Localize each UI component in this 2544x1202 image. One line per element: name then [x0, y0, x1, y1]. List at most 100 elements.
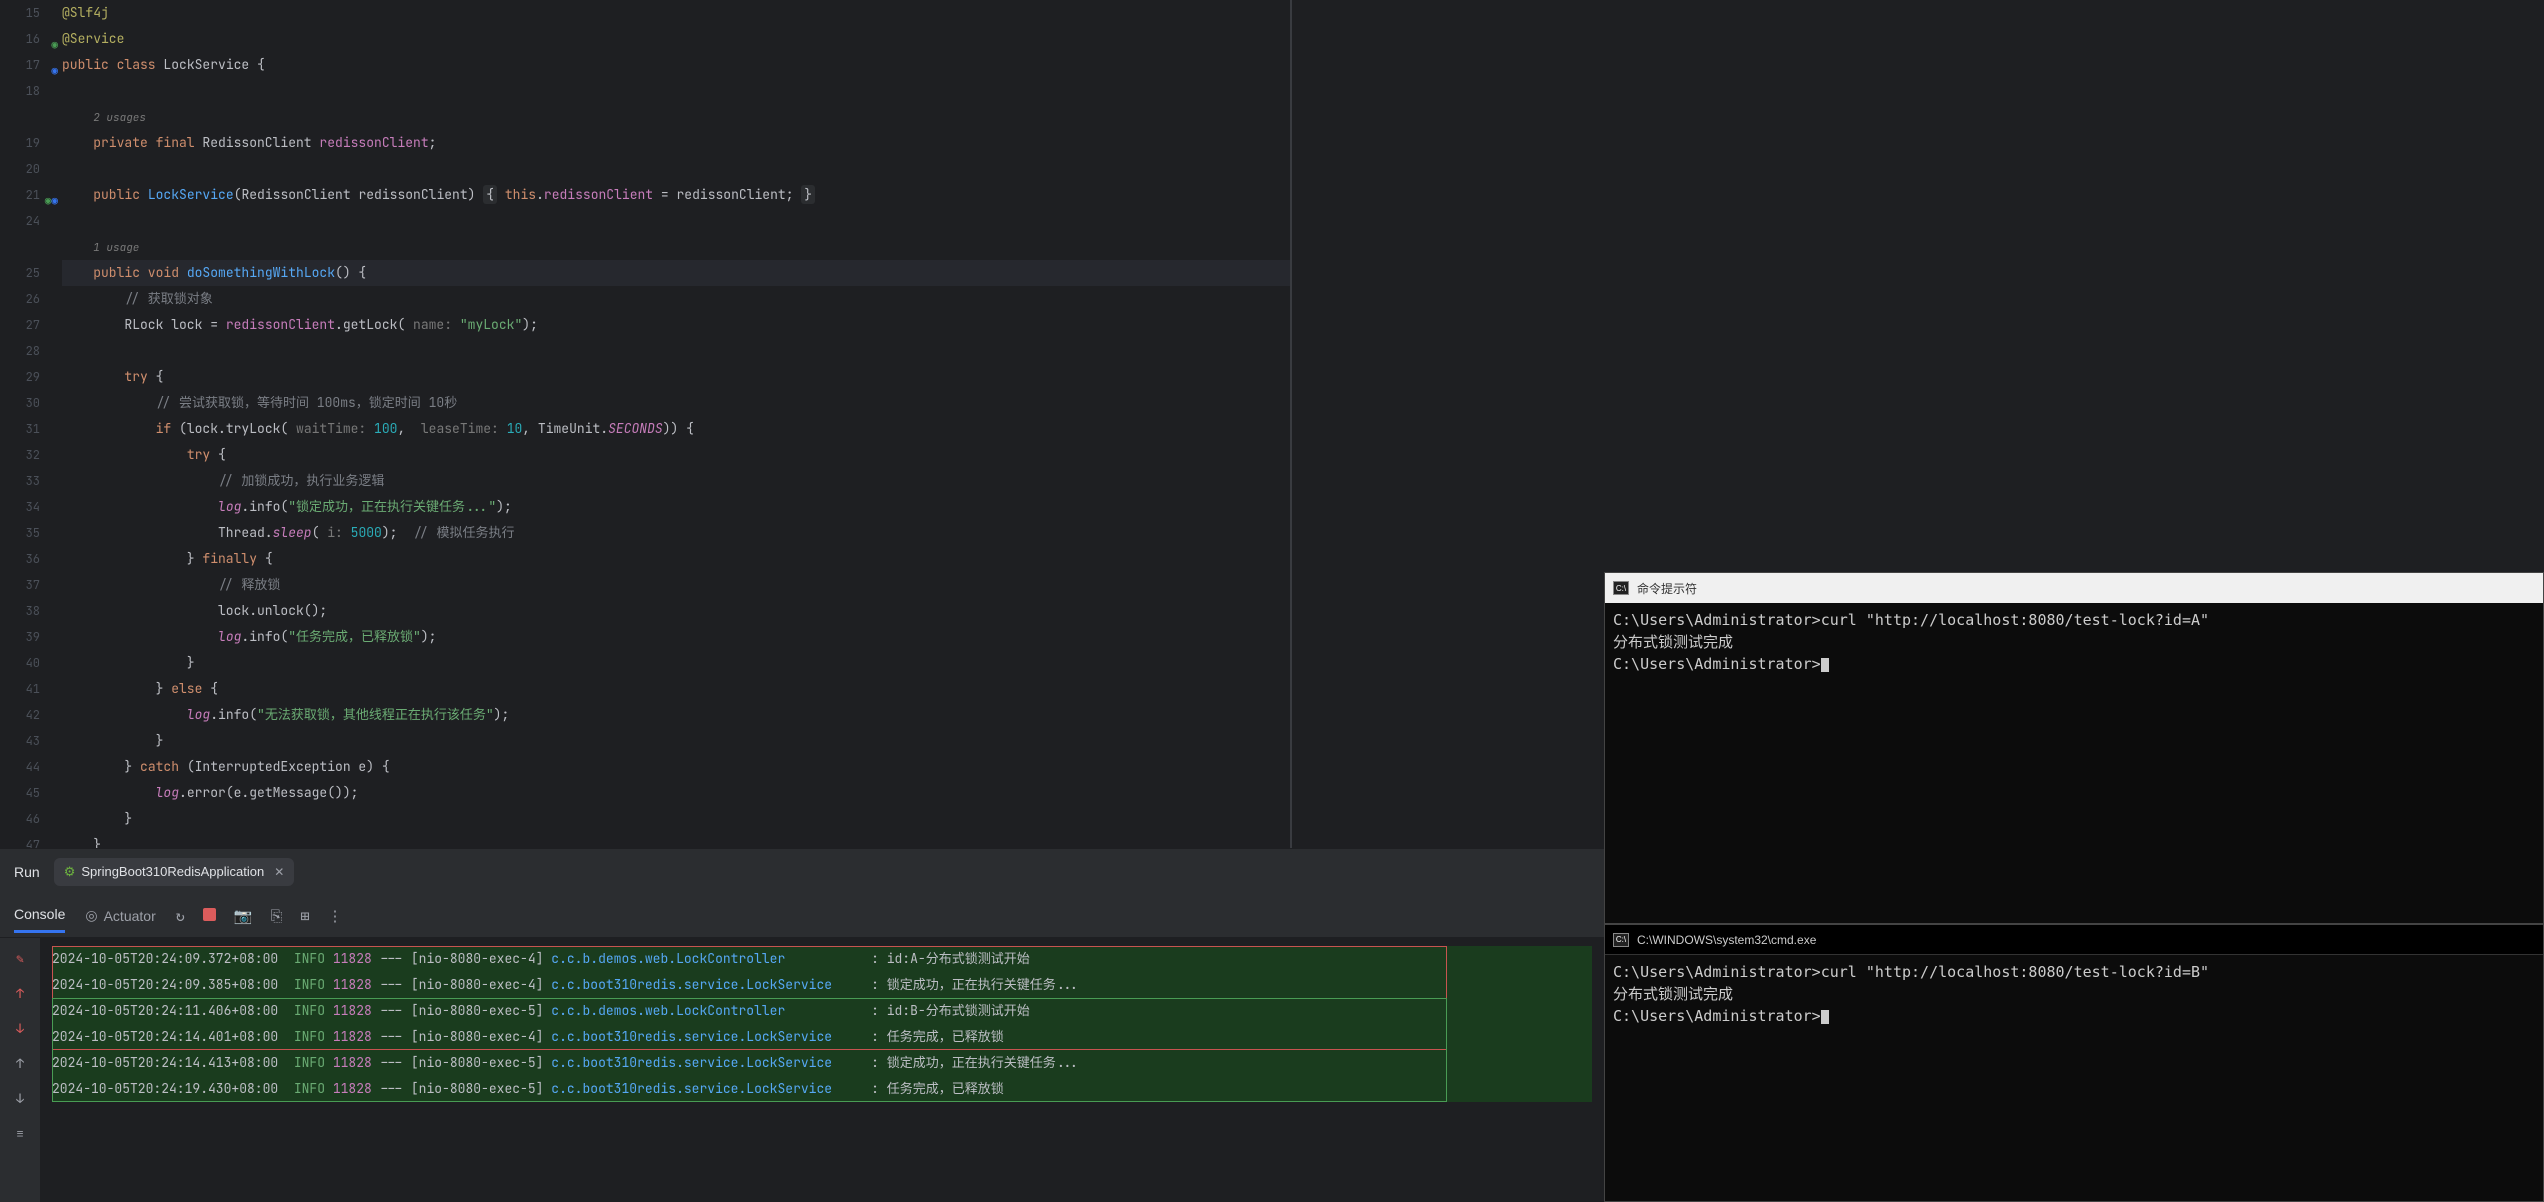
code-line[interactable]	[62, 338, 1290, 364]
code-line[interactable]: log.error(e.getMessage());	[62, 780, 1290, 806]
line-number: 32	[0, 442, 40, 468]
cmd-body-a[interactable]: C:\Users\Administrator>curl "http://loca…	[1605, 603, 2543, 681]
console-tool-icons: ↻ 📷 ⎘ ⊞ ⋮	[176, 906, 343, 926]
actuator-tab[interactable]: ◎ Actuator	[85, 907, 155, 924]
line-number: 31	[0, 416, 40, 442]
run-label: Run	[14, 864, 40, 880]
prev-icon[interactable]: ↑	[16, 985, 24, 1002]
camera-icon[interactable]: 📷	[234, 906, 253, 926]
line-number: 20	[0, 156, 40, 182]
code-line[interactable]: public LockService(RedissonClient rediss…	[62, 182, 1290, 208]
line-number: 30	[0, 390, 40, 416]
line-number: 18	[0, 78, 40, 104]
console-toolbar: Console ◎ Actuator ↻ 📷 ⎘ ⊞ ⋮	[0, 894, 1604, 938]
line-number: 38	[0, 598, 40, 624]
cmd-title-b: C:\WINDOWS\system32\cmd.exe	[1637, 933, 1816, 947]
run-config-name: SpringBoot310RedisApplication	[81, 864, 264, 879]
line-number: 43	[0, 728, 40, 754]
code-line[interactable]: }	[62, 650, 1290, 676]
cmd-window-a[interactable]: C:\ 命令提示符 C:\Users\Administrator>curl "h…	[1604, 572, 2544, 924]
line-number: 46	[0, 806, 40, 832]
code-line[interactable]	[62, 78, 1290, 104]
line-number: 45	[0, 780, 40, 806]
cmd-icon: C:\	[1613, 933, 1629, 947]
line-number: 16 ◉	[0, 26, 40, 52]
line-number: 25	[0, 260, 40, 286]
line-number: 34	[0, 494, 40, 520]
close-icon[interactable]: ✕	[274, 865, 284, 879]
code-editor[interactable]: 15 16 ◉17 ◉18 19 20 21 ◉◉24 25 26 27 28 …	[0, 0, 1290, 848]
code-line[interactable]: @Slf4j	[62, 0, 1290, 26]
line-number: 24	[0, 208, 40, 234]
cmd-body-b[interactable]: C:\Users\Administrator>curl "http://loca…	[1605, 955, 2543, 1033]
code-line[interactable]: } finally {	[62, 546, 1290, 572]
code-line[interactable]: // 获取锁对象	[62, 286, 1290, 312]
up-icon[interactable]: ↑	[16, 1055, 24, 1072]
code-line[interactable]: log.info("无法获取锁，其他线程正在执行该任务");	[62, 702, 1290, 728]
code-line[interactable]	[62, 208, 1290, 234]
run-config-tab[interactable]: ⚙ SpringBoot310RedisApplication ✕	[54, 858, 295, 886]
export-icon[interactable]: ⎘	[270, 906, 282, 926]
code-line[interactable]: public void doSomethingWithLock() {	[62, 260, 1290, 286]
line-number: 21 ◉◉	[0, 182, 40, 208]
code-line[interactable]: try {	[62, 442, 1290, 468]
layout-icon[interactable]: ⊞	[300, 906, 309, 926]
code-area[interactable]: @Slf4j@Servicepublic class LockService {…	[48, 0, 1290, 848]
code-line[interactable]: try {	[62, 364, 1290, 390]
code-line[interactable]: log.info("任务完成，已释放锁");	[62, 624, 1290, 650]
line-number: 36	[0, 546, 40, 572]
line-number	[0, 104, 40, 130]
code-line[interactable]: private final RedissonClient redissonCli…	[62, 130, 1290, 156]
code-line[interactable]: } else {	[62, 676, 1290, 702]
cmd-titlebar-b[interactable]: C:\ C:\WINDOWS\system32\cmd.exe	[1605, 925, 2543, 955]
console-output[interactable]: 2024-10-05T20:24:09.372+08:00 INFO 11828…	[40, 938, 1604, 1202]
line-number: 37	[0, 572, 40, 598]
cmd-window-b[interactable]: C:\ C:\WINDOWS\system32\cmd.exe C:\Users…	[1604, 924, 2544, 1202]
line-number: 41	[0, 676, 40, 702]
console-left-toolstrip: ✎ ↑ ↓ ↑ ↓ ≡	[0, 938, 40, 1202]
code-line[interactable]: }	[62, 806, 1290, 832]
code-line[interactable]: } catch (InterruptedException e) {	[62, 754, 1290, 780]
code-line[interactable]: if (lock.tryLock( waitTime: 100, leaseTi…	[62, 416, 1290, 442]
line-number: 15	[0, 0, 40, 26]
line-number: 19	[0, 130, 40, 156]
code-line[interactable]: }	[62, 728, 1290, 754]
down-icon[interactable]: ↓	[16, 1090, 24, 1107]
code-line[interactable]: @Service	[62, 26, 1290, 52]
code-line[interactable]: log.info("锁定成功，正在执行关键任务...");	[62, 494, 1290, 520]
code-line[interactable]: // 加锁成功，执行业务逻辑	[62, 468, 1290, 494]
cmd-icon: C:\	[1613, 581, 1629, 595]
code-line[interactable]: // 尝试获取锁，等待时间 100ms，锁定时间 10秒	[62, 390, 1290, 416]
line-number: 27	[0, 312, 40, 338]
line-number: 40	[0, 650, 40, 676]
stop-icon[interactable]	[203, 906, 216, 926]
line-number: 17 ◉	[0, 52, 40, 78]
cmd-titlebar-a[interactable]: C:\ 命令提示符	[1605, 573, 2543, 603]
line-number: 44	[0, 754, 40, 780]
rerun-icon[interactable]: ↻	[176, 906, 185, 926]
run-toolbar: Run ⚙ SpringBoot310RedisApplication ✕	[0, 848, 1604, 894]
line-number: 39	[0, 624, 40, 650]
line-number: 35	[0, 520, 40, 546]
code-line[interactable]: 1 usage	[62, 234, 1290, 260]
soft-wrap-icon[interactable]: ≡	[16, 1125, 24, 1142]
code-line[interactable]: RLock lock = redissonClient.getLock( nam…	[62, 312, 1290, 338]
next-icon[interactable]: ↓	[16, 1020, 24, 1037]
target-icon: ◎	[85, 907, 97, 924]
code-line[interactable]	[62, 156, 1290, 182]
line-gutter: 15 16 ◉17 ◉18 19 20 21 ◉◉24 25 26 27 28 …	[0, 0, 48, 848]
console-tab[interactable]: Console	[14, 898, 65, 933]
code-line[interactable]: 2 usages	[62, 104, 1290, 130]
line-number: 26	[0, 286, 40, 312]
code-line[interactable]: // 释放锁	[62, 572, 1290, 598]
line-number: 28	[0, 338, 40, 364]
line-number: 42	[0, 702, 40, 728]
cmd-title-a: 命令提示符	[1637, 580, 1697, 597]
code-line[interactable]: Thread.sleep( i: 5000); // 模拟任务执行	[62, 520, 1290, 546]
code-line[interactable]: public class LockService {	[62, 52, 1290, 78]
edit-icon[interactable]: ✎	[16, 950, 24, 967]
editor-right-ruler	[1290, 0, 1292, 848]
line-number: 29	[0, 364, 40, 390]
code-line[interactable]: lock.unlock();	[62, 598, 1290, 624]
more-icon[interactable]: ⋮	[328, 906, 343, 926]
